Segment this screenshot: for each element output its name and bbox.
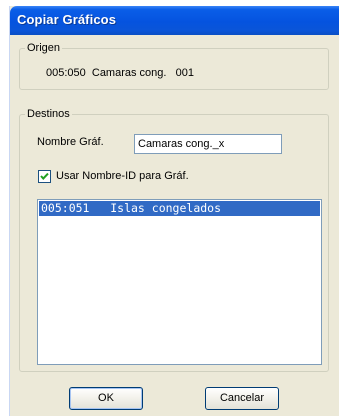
cancel-button[interactable]: Cancelar: [205, 387, 279, 410]
destinations-list[interactable]: 005:051 Islas congelados: [37, 199, 322, 365]
copy-charts-dialog: Copiar Gráficos Origen 005:050 Camaras c…: [9, 6, 339, 416]
list-item[interactable]: 005:051 Islas congelados: [39, 201, 320, 216]
ok-button[interactable]: OK: [69, 387, 143, 410]
origen-group: Origen: [19, 42, 329, 90]
destinos-legend: Destinos: [27, 108, 70, 120]
use-name-id-label[interactable]: Usar Nombre-ID para Gráf.: [56, 170, 189, 182]
nombre-graf-input[interactable]: Camaras cong._x: [134, 134, 282, 154]
title-bar[interactable]: Copiar Gráficos: [10, 6, 339, 35]
nombre-graf-label: Nombre Gráf.: [37, 136, 104, 148]
window-title: Copiar Gráficos: [17, 12, 117, 27]
use-name-id-checkbox[interactable]: [38, 170, 51, 183]
check-mark-icon: [40, 172, 49, 180]
origen-legend: Origen: [27, 42, 61, 54]
origen-value: 005:050 Camaras cong. 001: [46, 67, 194, 79]
